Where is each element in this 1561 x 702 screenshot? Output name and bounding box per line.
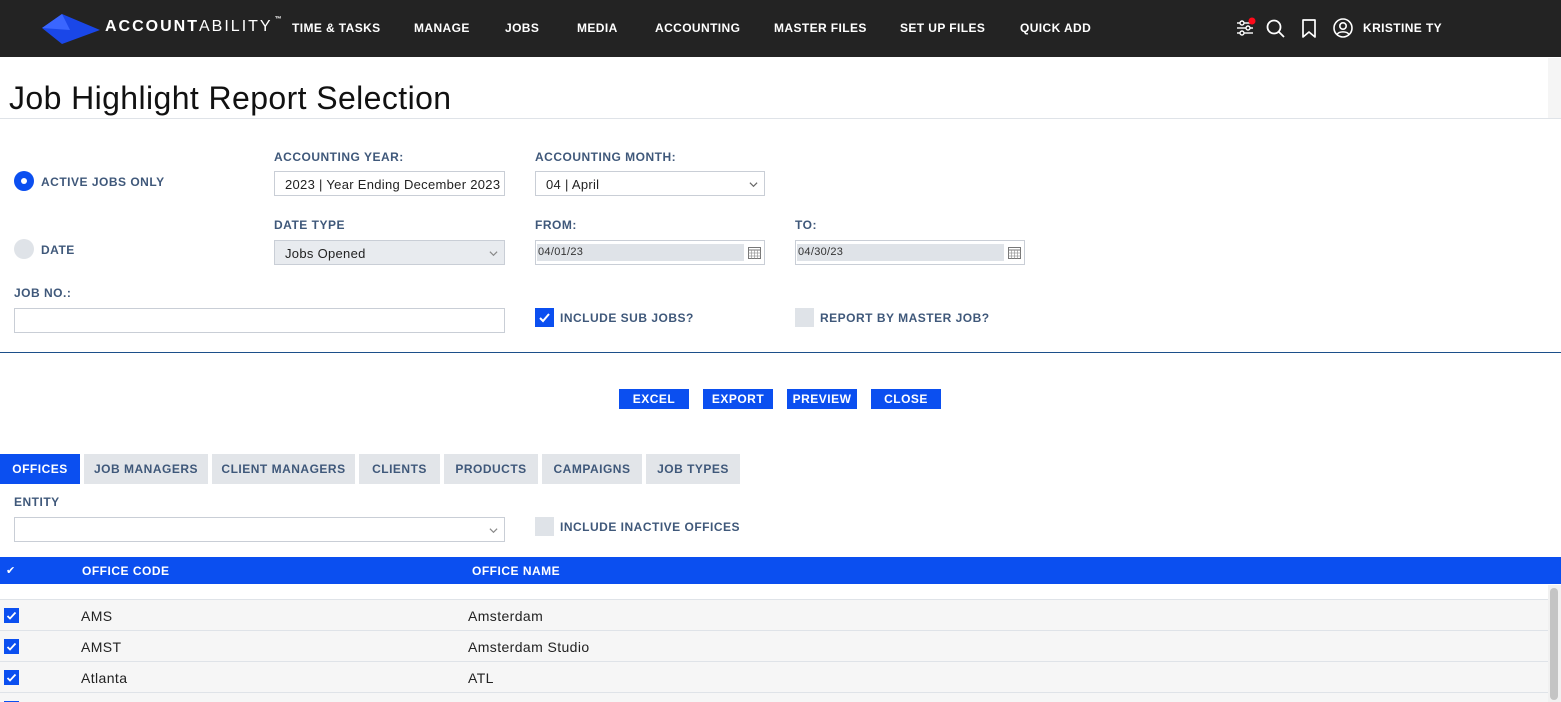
include-inactive-offices-label: INCLUDE INACTIVE OFFICES bbox=[560, 520, 741, 534]
to-date-value[interactable]: 04/30/23 bbox=[797, 244, 1004, 261]
chevron-down-icon bbox=[489, 251, 498, 257]
section-divider bbox=[0, 352, 1561, 353]
chevron-down-icon bbox=[749, 182, 758, 188]
checkmark-icon bbox=[6, 673, 17, 682]
from-date-label: FROM: bbox=[535, 218, 577, 232]
excel-button[interactable]: EXCEL bbox=[619, 389, 689, 409]
nav-manage[interactable]: MANAGE bbox=[414, 21, 470, 35]
row-checkbox[interactable] bbox=[4, 608, 19, 623]
office-name-cell: ATL bbox=[468, 670, 494, 686]
user-icon[interactable] bbox=[1332, 17, 1354, 39]
nav-media[interactable]: MEDIA bbox=[577, 21, 618, 35]
row-checkbox[interactable] bbox=[4, 639, 19, 654]
tab-client-managers[interactable]: CLIENT MANAGERS bbox=[212, 454, 355, 484]
brand-name[interactable]: ACCOUNTABILITY ™ bbox=[105, 16, 282, 36]
grid-filter-row bbox=[0, 584, 1548, 600]
date-radio-label: DATE bbox=[41, 243, 75, 257]
column-header-office-code[interactable]: OFFICE CODE bbox=[82, 564, 170, 578]
include-inactive-offices-checkbox[interactable] bbox=[535, 517, 554, 536]
accounting-month-label: ACCOUNTING MONTH: bbox=[535, 150, 677, 164]
nav-time-and-tasks[interactable]: TIME & TASKS bbox=[292, 21, 381, 35]
preview-button[interactable]: PREVIEW bbox=[787, 389, 857, 409]
accounting-month-select[interactable]: 04 | April bbox=[535, 171, 765, 196]
office-code-cell: Atlanta bbox=[81, 670, 128, 686]
tab-offices[interactable]: OFFICES bbox=[0, 454, 80, 484]
table-row[interactable]: Atlanta ATL bbox=[0, 662, 1548, 693]
date-type-select[interactable]: Jobs Opened bbox=[274, 240, 505, 265]
table-row[interactable] bbox=[0, 693, 1548, 702]
table-row[interactable]: AMS Amsterdam bbox=[0, 600, 1548, 631]
to-date-label: TO: bbox=[795, 218, 817, 232]
nav-accounting[interactable]: ACCOUNTING bbox=[655, 21, 740, 35]
from-date-field[interactable]: 04/01/23 bbox=[535, 240, 765, 265]
chevron-down-icon bbox=[489, 528, 498, 534]
entity-select[interactable] bbox=[14, 517, 505, 542]
bookmark-icon[interactable] bbox=[1298, 17, 1320, 39]
top-nav-bar: ACCOUNTABILITY ™ TIME & TASKS MANAGE JOBS… bbox=[0, 0, 1561, 57]
checkmark-icon bbox=[6, 611, 17, 620]
calendar-icon[interactable] bbox=[1008, 246, 1021, 259]
tab-clients[interactable]: CLIENTS bbox=[359, 454, 440, 484]
date-type-label: DATE TYPE bbox=[274, 218, 345, 232]
job-no-input[interactable] bbox=[14, 308, 505, 333]
close-button[interactable]: CLOSE bbox=[871, 389, 941, 409]
to-date-field[interactable]: 04/30/23 bbox=[795, 240, 1025, 265]
column-header-office-name[interactable]: OFFICE NAME bbox=[472, 564, 560, 578]
active-jobs-only-radio[interactable] bbox=[14, 171, 34, 191]
report-by-master-job-checkbox[interactable] bbox=[795, 308, 814, 327]
checkmark-icon bbox=[539, 313, 550, 323]
title-divider bbox=[0, 118, 1561, 119]
user-name[interactable]: KRISTINE TY bbox=[1363, 21, 1442, 35]
tab-job-managers[interactable]: JOB MANAGERS bbox=[84, 454, 208, 484]
search-icon[interactable] bbox=[1264, 17, 1286, 39]
office-name-cell: Amsterdam Studio bbox=[468, 639, 590, 655]
notification-dot bbox=[1248, 17, 1256, 25]
export-button[interactable]: EXPORT bbox=[703, 389, 773, 409]
job-no-label: JOB NO.: bbox=[14, 286, 72, 300]
offices-grid-header: ✔ OFFICE CODE OFFICE NAME bbox=[0, 557, 1561, 584]
filter-settings-icon[interactable] bbox=[1234, 17, 1256, 39]
accounting-year-label: ACCOUNTING YEAR: bbox=[274, 150, 404, 164]
from-date-value[interactable]: 04/01/23 bbox=[537, 244, 744, 261]
tab-job-types[interactable]: JOB TYPES bbox=[646, 454, 740, 484]
row-checkbox[interactable] bbox=[4, 670, 19, 685]
calendar-icon[interactable] bbox=[748, 246, 761, 259]
select-all-checkbox[interactable]: ✔ bbox=[6, 564, 16, 577]
table-row[interactable]: AMST Amsterdam Studio bbox=[0, 631, 1548, 662]
office-name-cell: Amsterdam bbox=[468, 608, 544, 624]
include-sub-jobs-label: INCLUDE SUB JOBS? bbox=[560, 311, 694, 325]
page-title: Job Highlight Report Selection bbox=[9, 80, 452, 116]
accountability-logo-icon[interactable] bbox=[40, 12, 102, 44]
report-by-master-job-label: REPORT BY MASTER JOB? bbox=[820, 311, 990, 325]
checkmark-icon bbox=[6, 642, 17, 651]
nav-quick-add[interactable]: QUICK ADD bbox=[1020, 21, 1091, 35]
tab-campaigns[interactable]: CAMPAIGNS bbox=[542, 454, 642, 484]
nav-master-files[interactable]: MASTER FILES bbox=[774, 21, 867, 35]
date-radio[interactable] bbox=[14, 239, 34, 259]
entity-label: ENTITY bbox=[14, 495, 60, 509]
accounting-year-field[interactable]: 2023 | Year Ending December 2023 bbox=[274, 171, 505, 196]
include-sub-jobs-checkbox[interactable] bbox=[535, 308, 554, 327]
tab-products[interactable]: PRODUCTS bbox=[444, 454, 538, 484]
office-code-cell: AMS bbox=[81, 608, 113, 624]
active-jobs-only-label: ACTIVE JOBS ONLY bbox=[41, 175, 165, 189]
grid-scrollbar-thumb[interactable] bbox=[1550, 588, 1558, 700]
nav-set-up-files[interactable]: SET UP FILES bbox=[900, 21, 985, 35]
nav-jobs[interactable]: JOBS bbox=[505, 21, 539, 35]
page-scrollbar[interactable] bbox=[1548, 58, 1561, 118]
office-code-cell: AMST bbox=[81, 639, 122, 655]
